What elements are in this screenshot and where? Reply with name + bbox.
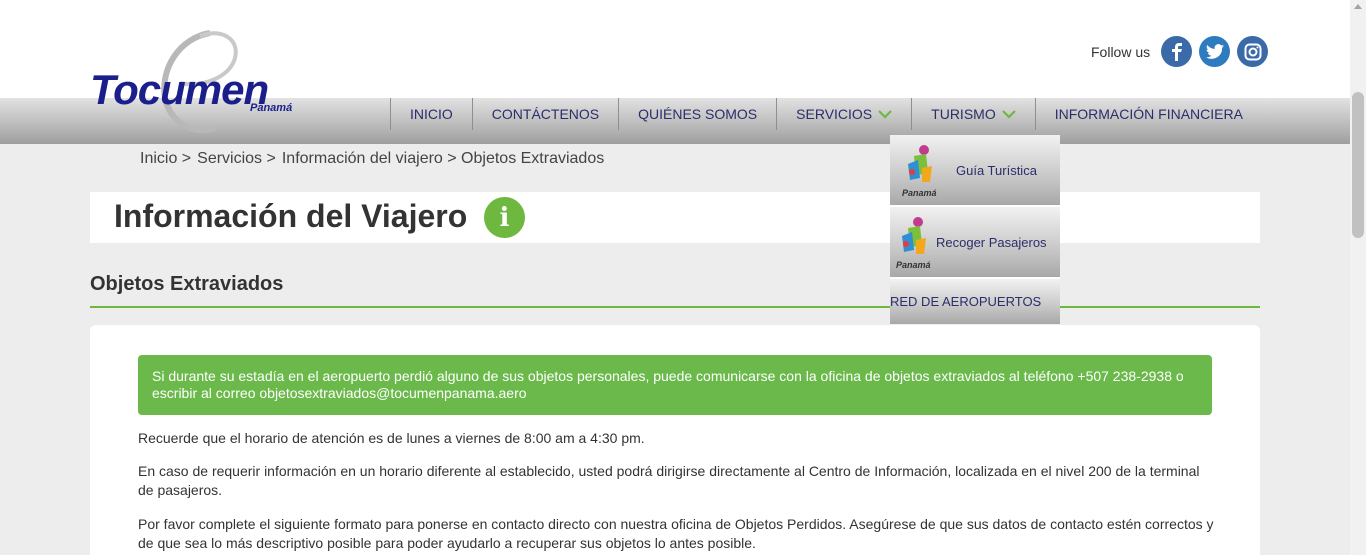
nav-label: CONTÁCTENOS — [491, 106, 600, 122]
info-alert: Si durante su estadía en el aeropuerto p… — [138, 355, 1212, 415]
panama-logo-text: Panamá — [902, 188, 937, 198]
breadcrumb-servicios[interactable]: Servicios > — [197, 150, 276, 168]
twitter-icon[interactable] — [1199, 36, 1231, 67]
chevron-down-icon — [1001, 110, 1016, 119]
panama-logo-icon: Panamá — [898, 142, 942, 198]
title-banner: Información del Viajero i — [90, 192, 1260, 243]
panama-logo-text: Panamá — [896, 260, 931, 270]
section-divider — [90, 306, 1260, 308]
content-card: Si durante su estadía en el aeropuerto p… — [90, 325, 1260, 555]
page-scrollbar[interactable] — [1350, 0, 1366, 555]
logo-wordmark: Tocumen — [90, 66, 269, 113]
breadcrumb-current: Información del viajero > Objetos Extrav… — [281, 150, 605, 167]
nav-item-contactenos[interactable]: CONTÁCTENOS — [471, 98, 618, 130]
nav-item-inicio[interactable]: INICIO — [390, 98, 472, 130]
breadcrumb-inicio[interactable]: Inicio > — [140, 150, 191, 168]
dropdown-label: Guía Turística — [956, 162, 1037, 178]
facebook-icon[interactable] — [1161, 36, 1193, 67]
dropdown-item-guia-turistica[interactable]: Panamá Guía Turística — [890, 135, 1060, 207]
nav-item-servicios[interactable]: SERVICIOS — [776, 98, 911, 130]
main-nav: INICIO CONTÁCTENOS QUIÉNES SOMOS SERVICI… — [390, 98, 1262, 144]
nav-item-turismo[interactable]: TURISMO — [911, 98, 1035, 130]
nav-label: TURISMO — [931, 106, 996, 122]
nav-label: QUIÉNES SOMOS — [638, 106, 758, 122]
logo-subtitle: Panamá — [250, 102, 293, 114]
tocumen-logo[interactable]: Tocumen Panamá — [90, 28, 310, 138]
dropdown-item-red-de-aeropuertos[interactable]: RED DE AEROPUERTOS — [890, 279, 1060, 324]
breadcrumb: Inicio > Servicios > Información del via… — [140, 150, 610, 168]
panama-logo-icon: Panamá — [892, 214, 936, 270]
page-title: Información del Viajero — [114, 198, 468, 234]
follow-us-label: Follow us — [1091, 43, 1151, 60]
schedule-paragraph: Recuerde que el horario de atención es d… — [138, 430, 645, 446]
chevron-down-icon — [878, 110, 892, 119]
nav-item-informacion-financiera[interactable]: INFORMACIÓN FINANCIERA — [1034, 98, 1262, 130]
nav-label: INFORMACIÓN FINANCIERA — [1054, 106, 1243, 122]
info-icon: i — [484, 197, 525, 238]
nav-item-quienes-somos[interactable]: QUIÉNES SOMOS — [618, 98, 776, 130]
scroll-up-arrow-icon[interactable] — [1354, 4, 1362, 9]
dropdown-label: RED DE AEROPUERTOS — [890, 294, 1042, 309]
section-title: Objetos Extraviados — [90, 273, 284, 295]
nav-label: SERVICIOS — [796, 106, 873, 122]
form-paragraph: Por favor complete el siguiente formato … — [138, 516, 1214, 551]
turismo-dropdown: Panamá Guía Turística Panamá Recoger Pas… — [890, 135, 1060, 324]
info-center-paragraph: En caso de requerir información en un ho… — [138, 463, 1200, 498]
social-links: Follow us — [1091, 36, 1269, 67]
dropdown-label: Recoger Pasajeros — [936, 234, 1047, 250]
dropdown-item-recoger-pasajeros[interactable]: Panamá Recoger Pasajeros — [890, 207, 1060, 279]
scrollbar-thumb[interactable] — [1352, 92, 1364, 238]
instagram-icon[interactable] — [1237, 36, 1269, 67]
nav-label: INICIO — [410, 106, 453, 122]
